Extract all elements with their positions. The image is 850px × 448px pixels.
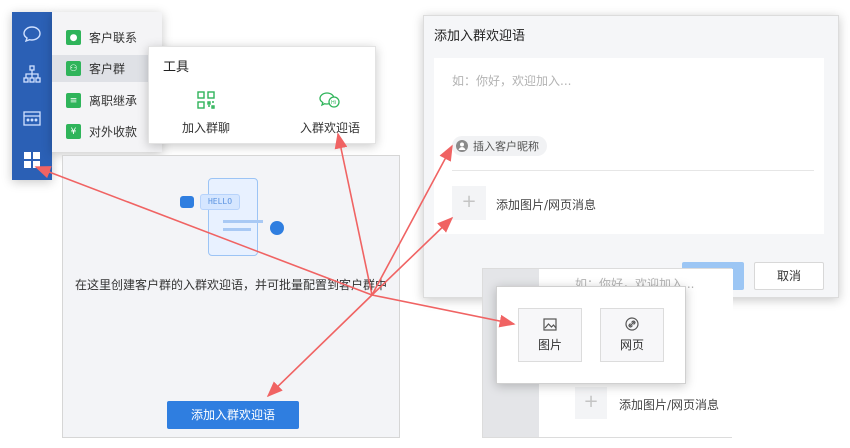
hello-bubble: HELLO [200, 194, 240, 210]
image-icon [543, 317, 557, 331]
dialog-title: 添加入群欢迎语 [434, 29, 526, 44]
menu-label: 客户群 [89, 62, 126, 76]
illustration-line [223, 228, 251, 231]
image-option[interactable]: 图片 [518, 308, 582, 362]
apps-grid-icon[interactable] [20, 148, 44, 172]
welcome-label: 入群欢迎语 [299, 121, 360, 135]
add-media-plus[interactable]: + [452, 186, 486, 220]
empty-state-description: 在这里创建客户群的入群欢迎语，并可批量配置到客户群中 [74, 278, 387, 292]
link-icon [625, 317, 639, 331]
welcome-empty-state: HELLO 在这里创建客户群的入群欢迎语，并可批量配置到客户群中 添加入群欢迎语 [62, 155, 400, 438]
illustration-line [223, 220, 263, 223]
menu-item-customer-group[interactable]: ⚇ 客户群 [52, 55, 162, 82]
document-icon: ≡ [66, 93, 81, 108]
phone-illustration [208, 178, 258, 256]
menu-item-external-payment[interactable]: ¥ 对外收款 [52, 118, 162, 145]
hi-chat-icon: Hi [319, 92, 340, 108]
join-group-tool[interactable]: 加入群聊 [171, 91, 241, 136]
menu-label: 离职继承 [89, 94, 138, 108]
app-menu: ● 客户联系 ⚇ 客户群 ≡ 离职继承 ¥ 对外收款 [52, 12, 162, 152]
mini-add-media-plus[interactable]: + [575, 387, 607, 419]
yen-shield-icon: ¥ [66, 124, 81, 139]
insert-nickname-button[interactable]: 插入客户昵称 [452, 136, 547, 156]
menu-item-customer-contact[interactable]: ● 客户联系 [52, 24, 162, 51]
user-icon [456, 140, 468, 152]
add-media-label: 添加图片/网页消息 [496, 198, 597, 212]
svg-text:Hi: Hi [331, 100, 336, 106]
wechat-icon: ● [66, 30, 81, 45]
dialog-body: 如：你好，欢迎加入... 插入客户昵称 + 添加图片/网页消息 [434, 58, 824, 234]
chat-icon[interactable] [20, 22, 44, 46]
add-welcome-dialog: 添加入群欢迎语 如：你好，欢迎加入... 插入客户昵称 + 添加图片/网页消息 … [423, 15, 839, 298]
insert-nickname-label: 插入客户昵称 [473, 140, 539, 153]
cancel-button[interactable]: 取消 [754, 262, 824, 290]
mini-add-media-label: 添加图片/网页消息 [619, 398, 720, 412]
message-input[interactable]: 如：你好，欢迎加入... [452, 72, 571, 89]
image-option-label: 图片 [537, 337, 562, 352]
welcome-tool[interactable]: Hi 入群欢迎语 [295, 91, 365, 136]
menu-label: 客户联系 [89, 31, 138, 45]
left-rail [12, 12, 52, 180]
add-welcome-button[interactable]: 添加入群欢迎语 [167, 401, 299, 429]
calendar-icon[interactable] [20, 106, 44, 130]
org-chart-icon[interactable] [20, 62, 44, 86]
group-icon: ⚇ [66, 61, 81, 76]
menu-label: 对外收款 [89, 125, 138, 139]
webpage-option-label: 网页 [619, 338, 644, 352]
tool-popup: 工具 加入群聊 Hi 入群欢迎语 [148, 46, 376, 144]
menu-item-resign-inherit[interactable]: ≡ 离职继承 [52, 87, 162, 114]
wechat-icon [180, 196, 194, 208]
join-group-label: 加入群聊 [181, 121, 230, 135]
webpage-option[interactable]: 网页 [600, 308, 664, 362]
tool-title: 工具 [163, 60, 190, 75]
divider [452, 170, 814, 171]
qrcode-icon [197, 91, 215, 109]
chat-icon [270, 221, 284, 235]
